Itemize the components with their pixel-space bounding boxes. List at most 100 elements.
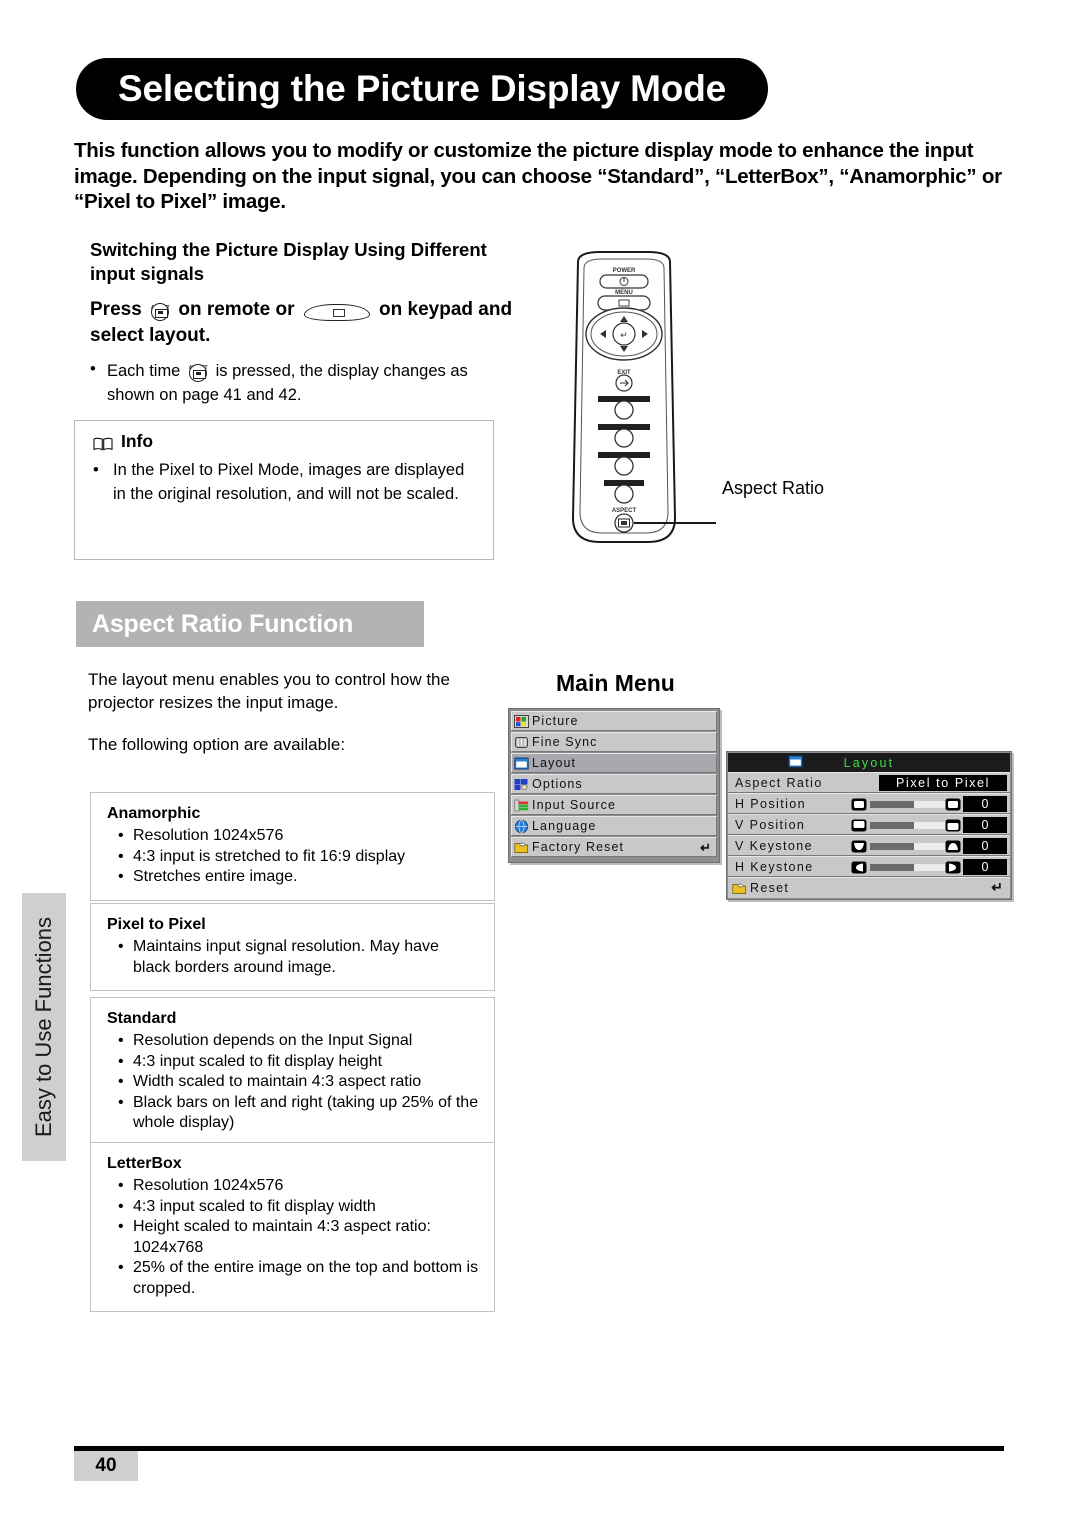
- input-source-icon: [514, 798, 529, 813]
- option-box-standard: Standard Resolution depends on the Input…: [90, 997, 495, 1147]
- menu-item-label: Language: [532, 819, 597, 833]
- section-heading-text: Aspect Ratio Function: [92, 609, 354, 638]
- layout-row-v-position[interactable]: V Position 0: [728, 814, 1010, 835]
- info-box: Info • In the Pixel to Pixel Mode, image…: [74, 420, 494, 560]
- menu-item-label: Options: [532, 777, 583, 791]
- option-bullet-list: Resolution 1024x576 4:3 input is stretch…: [107, 826, 480, 888]
- remote-control-illustration: POWER MENU ↵ EXIT ASPECT: [548, 250, 1008, 550]
- slider-fill: [870, 801, 914, 808]
- v-keystone-value: 0: [963, 838, 1007, 854]
- layout-row-label: V Keystone: [735, 838, 813, 853]
- list-item: Black bars on left and right (taking up …: [115, 1093, 480, 1134]
- menu-item-options[interactable]: Options: [511, 774, 717, 794]
- svg-text:ASPECT: ASPECT: [612, 508, 637, 514]
- press-instruction: Press ASPECT on remote or MENU on keypad…: [90, 296, 520, 349]
- svg-text:MENU: MENU: [615, 290, 633, 296]
- menu-item-input-source[interactable]: Input Source: [511, 795, 717, 815]
- page-number: 40: [74, 1451, 138, 1481]
- v-position-left-icon: [851, 819, 867, 832]
- option-box-letterbox: LetterBox Resolution 1024x576 4:3 input …: [90, 1142, 495, 1312]
- v-position-right-icon: [945, 819, 961, 832]
- switching-heading: Switching the Picture Display Using Diff…: [90, 239, 487, 284]
- layout-row-label: V Position: [735, 817, 806, 832]
- layout-row-h-keystone[interactable]: H Keystone 0: [728, 856, 1010, 877]
- aspect-ratio-function-heading: Aspect Ratio Function: [76, 601, 424, 647]
- menu-item-label: Fine Sync: [532, 735, 598, 749]
- aspect-ratio-callout: Aspect Ratio: [722, 478, 825, 498]
- press-mid: on remote or: [178, 298, 295, 320]
- layout-submenu-osd: Layout Aspect Ratio Pixel to Pixel H Pos…: [726, 751, 1012, 900]
- page-title: Selecting the Picture Display Mode: [118, 68, 726, 109]
- side-tab-label: Easy to Use Functions: [31, 916, 57, 1138]
- option-box-anamorphic: Anamorphic Resolution 1024x576 4:3 input…: [90, 792, 495, 901]
- enter-arrow-icon: ↵: [700, 840, 711, 855]
- menu-item-label: Input Source: [532, 798, 617, 812]
- h-position-value: 0: [963, 796, 1007, 812]
- option-bullet-list: Resolution 1024x576 4:3 input scaled to …: [107, 1176, 480, 1299]
- list-item: Width scaled to maintain 4:3 aspect rati…: [115, 1072, 480, 1093]
- layout-row-v-keystone[interactable]: V Keystone 0: [728, 835, 1010, 856]
- info-body: • In the Pixel to Pixel Mode, images are…: [93, 459, 478, 506]
- list-item: Resolution depends on the Input Signal: [115, 1031, 480, 1052]
- option-title: Pixel to Pixel: [107, 916, 206, 933]
- press-prefix: Press: [90, 298, 142, 320]
- slider-fill: [870, 822, 914, 829]
- option-bullet-list: Maintains input signal resolution. May h…: [107, 937, 480, 978]
- main-menu-title: Main Menu: [556, 670, 675, 696]
- layout-row-aspect-ratio[interactable]: Aspect Ratio Pixel to Pixel: [728, 772, 1010, 793]
- layout-icon-header: [788, 755, 803, 769]
- menu-keypad-icon: MENU: [303, 296, 370, 322]
- menu-item-label: Layout: [532, 756, 577, 770]
- each-time-bullet: • Each time ASPECT is pressed, the displ…: [90, 357, 520, 407]
- aspect-ratio-value: Pixel to Pixel: [879, 775, 1007, 791]
- menu-item-factory-reset[interactable]: Factory Reset ↵: [511, 837, 717, 857]
- slider-fill: [870, 843, 914, 850]
- main-menu-osd: Picture Fine Sync Layout Options Input S…: [508, 708, 720, 863]
- menu-item-fine-sync[interactable]: Fine Sync: [511, 732, 717, 752]
- h-keystone-value: 0: [963, 859, 1007, 875]
- list-item: 25% of the entire image on the top and b…: [115, 1258, 480, 1299]
- h-keystone-left-icon: [851, 861, 867, 874]
- page-title-banner: Selecting the Picture Display Mode: [76, 58, 768, 120]
- option-bullet-list: Resolution depends on the Input Signal 4…: [107, 1031, 480, 1134]
- reset-label: Reset: [750, 881, 790, 895]
- option-title: LetterBox: [107, 1155, 182, 1172]
- factory-reset-icon: [514, 840, 529, 855]
- aspect-lead-paragraph-1: The layout menu enables you to control h…: [88, 670, 450, 712]
- menu-item-label: Factory Reset: [532, 840, 625, 854]
- menu-item-layout[interactable]: Layout: [511, 753, 717, 773]
- v-keystone-right-icon: [945, 840, 961, 853]
- options-icon: [514, 777, 529, 792]
- list-item: Height scaled to maintain 4:3 aspect rat…: [115, 1217, 480, 1258]
- each-time-prefix: Each time: [107, 362, 181, 380]
- v-position-value: 0: [963, 817, 1007, 833]
- layout-row-h-position[interactable]: H Position 0: [728, 793, 1010, 814]
- svg-text:POWER: POWER: [613, 268, 636, 274]
- bullet-glyph: •: [90, 360, 96, 378]
- language-icon: [514, 819, 529, 834]
- menu-item-language[interactable]: Language: [511, 816, 717, 836]
- intro-paragraph: This function allows you to modify or cu…: [74, 139, 1002, 213]
- reset-folder-icon: [732, 881, 747, 896]
- layout-icon: [514, 756, 529, 771]
- h-position-left-icon: [851, 798, 867, 811]
- option-title: Standard: [107, 1010, 177, 1027]
- list-item: Stretches entire image.: [115, 867, 480, 888]
- menu-item-label: Picture: [532, 714, 579, 728]
- aspect-lead-paragraph-2: The following option are available:: [88, 735, 346, 754]
- list-item: Resolution 1024x576: [115, 1176, 480, 1197]
- aspect-button-icon: ASPECT: [150, 296, 170, 322]
- each-time-text: Each time ASPECT is pressed, the display…: [107, 357, 520, 407]
- layout-row-label: H Keystone: [735, 859, 814, 874]
- menu-icon-pill: [303, 304, 370, 321]
- book-icon: [93, 435, 113, 450]
- layout-row-label: H Position: [735, 796, 806, 811]
- info-heading-row: Info: [93, 431, 153, 452]
- menu-item-picture[interactable]: Picture: [511, 711, 717, 731]
- layout-row-label: Aspect Ratio: [735, 775, 823, 790]
- h-position-right-icon: [945, 798, 961, 811]
- bullet-glyph: •: [93, 461, 99, 479]
- aspect-button-icon-inline: ASPECT: [188, 357, 208, 383]
- layout-row-reset[interactable]: Reset ↵: [728, 877, 1010, 898]
- option-box-pixel-to-pixel: Pixel to Pixel Maintains input signal re…: [90, 903, 495, 991]
